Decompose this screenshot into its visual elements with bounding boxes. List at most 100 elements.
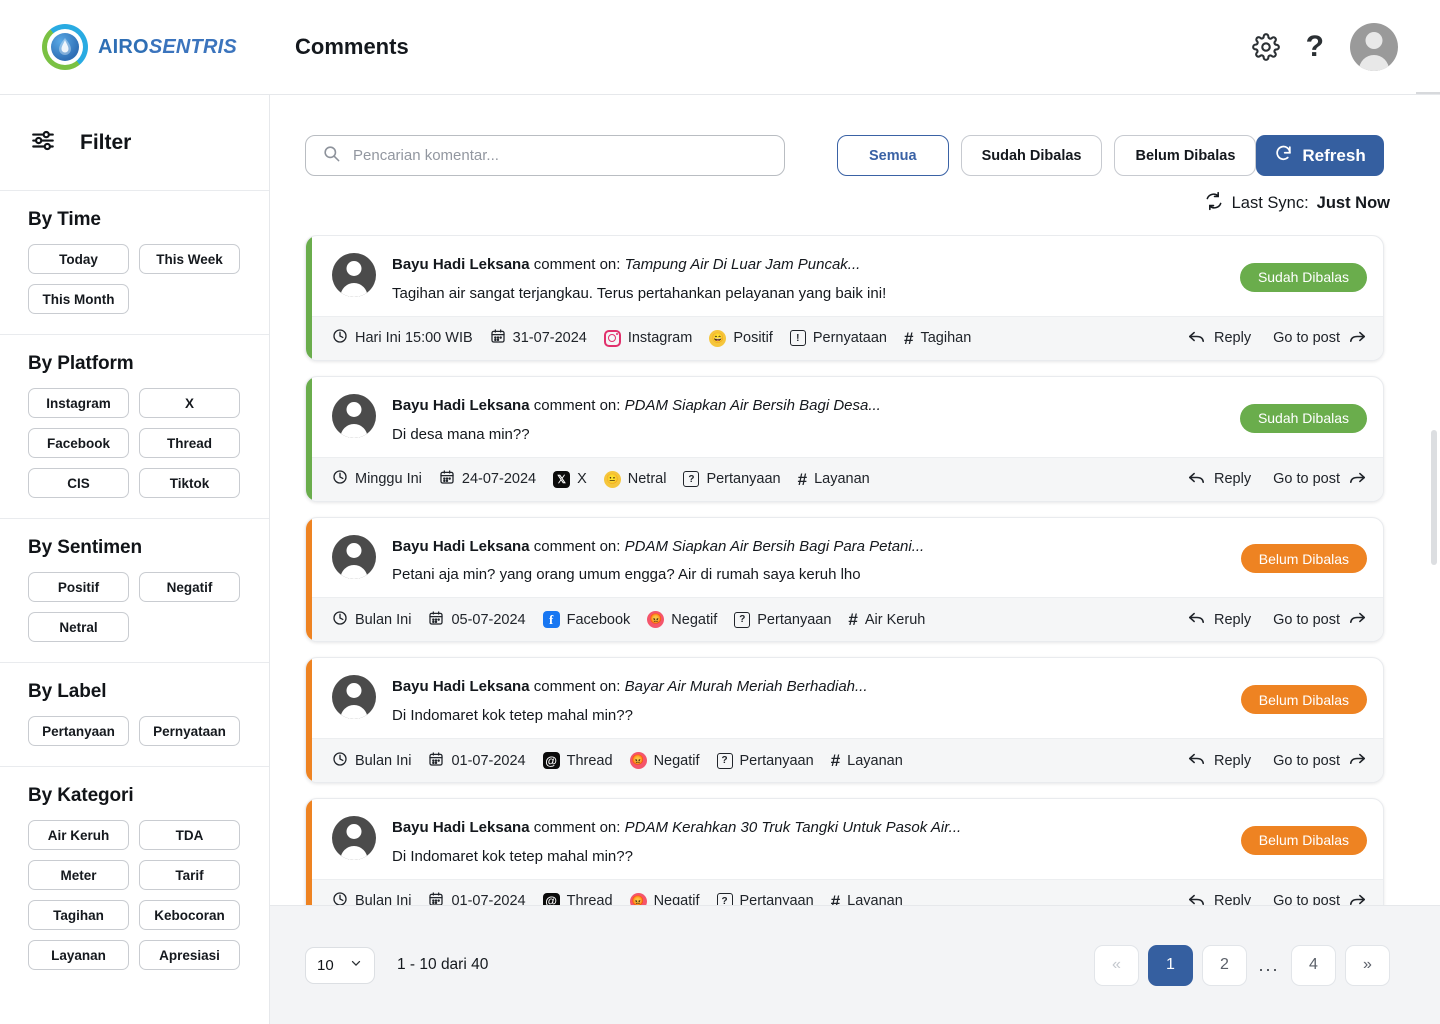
filter-chip-cis[interactable]: CIS [28,468,129,498]
exclamation-box-icon: ! [789,330,806,347]
meta-sentiment: 😄 Positif [709,329,773,347]
refresh-button[interactable]: Refresh [1256,135,1384,176]
filter-chip-kebocoran[interactable]: Kebocoran [139,900,240,930]
comment-text-block: Bayu Hadi Leksana comment on: PDAM Siapk… [392,535,1225,584]
search-field[interactable] [305,135,785,176]
meta-platform-label: X [577,471,587,487]
page-first-button[interactable]: « [1094,944,1139,986]
filter-chip-facebook[interactable]: Facebook [28,428,129,458]
meta-category: # Layanan [798,471,870,488]
search-icon [322,144,341,168]
go-to-post-button[interactable]: Go to post [1273,327,1367,350]
post-title[interactable]: PDAM Kerahkan 30 Truk Tangki Untuk Pasok… [625,819,962,836]
neutral-face-icon: 😐 [603,470,621,488]
comment-card[interactable]: Bayu Hadi Leksana comment on: Bayar Air … [305,657,1384,783]
status-filter-sudah-dibalas[interactable]: Sudah Dibalas [960,135,1103,176]
comment-headline: Bayu Hadi Leksana comment on: PDAM Kerah… [392,817,1225,839]
status-accent-bar [306,236,312,360]
reply-label: Reply [1214,330,1252,347]
sliders-icon[interactable] [30,127,56,158]
reply-label: Reply [1214,611,1252,628]
meta-label: ? Pertanyaan [683,471,781,487]
filter-chip-netral[interactable]: Netral [28,612,129,642]
comment-body: Bayu Hadi Leksana comment on: Bayar Air … [306,658,1383,738]
meta-platform: Instagram [603,329,692,347]
reply-button[interactable]: Reply [1187,327,1251,350]
search-input[interactable] [353,147,768,164]
filter-chip-tda[interactable]: TDA [139,820,240,850]
comment-card[interactable]: Bayu Hadi Leksana comment on: PDAM Siapk… [305,375,1384,502]
go-to-post-button[interactable]: Go to post [1273,608,1367,631]
meta-category: # Air Keruh [848,611,925,628]
filter-chip-apresiasi[interactable]: Apresiasi [139,940,240,970]
comment-action-text: comment on: [533,256,621,273]
post-title[interactable]: PDAM Siapkan Air Bersih Bagi Desa... [625,397,881,414]
filter-chip-layanan[interactable]: Layanan [28,940,129,970]
comment-content: Tagihan air sangat terjangkau. Terus per… [392,284,887,302]
post-title[interactable]: Bayar Air Murah Meriah Berhadiah... [625,678,868,695]
filter-chip-meter[interactable]: Meter [28,860,129,890]
status-filter-semua[interactable]: Semua [837,135,949,176]
filter-group-by-time: By Time Today This Week This Month [0,191,269,335]
calendar-icon [490,328,506,348]
commenter-name: Bayu Hadi Leksana [392,537,530,555]
commenter-name: Bayu Hadi Leksana [392,396,530,414]
meta-category-label: Tagihan [920,330,972,347]
comment-card[interactable]: Bayu Hadi Leksana comment on: PDAM Siapk… [305,516,1384,643]
filter-chip-today[interactable]: Today [28,244,129,274]
page-button-2[interactable]: 2 [1202,944,1247,986]
status-filter-belum-dibalas[interactable]: Belum Dibalas [1114,135,1257,176]
per-page-select[interactable]: 10 [305,946,375,984]
filter-chip-pernyataan[interactable]: Pernyataan [139,716,240,746]
filter-chip-this-month[interactable]: This Month [28,284,129,314]
sync-icon [1204,191,1224,216]
filter-chip-tarif[interactable]: Tarif [139,860,240,890]
comment-body: Bayu Hadi Leksana comment on: PDAM Siapk… [306,377,1383,457]
last-sync-value: Just Now [1316,194,1390,212]
filter-chip-negatif[interactable]: Negatif [139,572,240,602]
reply-button[interactable]: Reply [1187,468,1251,491]
avatar[interactable] [1350,23,1398,71]
refresh-label: Refresh [1302,145,1366,165]
reply-button[interactable]: Reply [1187,608,1251,631]
gear-icon[interactable] [1251,33,1280,61]
page-button-4[interactable]: 4 [1291,944,1336,986]
question-box-icon: ? [716,752,733,769]
comment-content: Petani aja min? yang orang umum engga? A… [392,566,861,584]
commenter-name: Bayu Hadi Leksana [392,678,530,696]
filter-chip-positif[interactable]: Positif [28,572,129,602]
status-accent-bar [306,658,312,782]
help-icon[interactable]: ? [1306,32,1324,62]
last-sync-status: Last Sync: Just Now [305,191,1390,216]
post-title[interactable]: PDAM Siapkan Air Bersih Bagi Para Petani… [625,538,925,555]
filter-chip-tagihan[interactable]: Tagihan [28,900,129,930]
go-to-post-button[interactable]: Go to post [1273,749,1367,772]
comment-headline: Bayu Hadi Leksana comment on: PDAM Siapk… [392,536,1225,558]
page-button-1[interactable]: 1 [1148,944,1193,986]
meta-date: 31-07-2024 [490,328,587,348]
filter-chip-pertanyaan[interactable]: Pertanyaan [28,716,129,746]
comment-meta-row: Bulan Ini 01-07-2024 @ Thread 😡 Negatif? Perta… [306,738,1383,782]
filter-chip-this-week[interactable]: This Week [139,244,240,274]
page-last-button[interactable]: » [1345,944,1390,986]
page-ellipsis: ... [1258,954,1280,975]
filter-chip-thread[interactable]: Thread [139,428,240,458]
comment-meta-items: Bulan Ini 05-07-2024 f Facebook 😡 Negatif? Per… [332,610,925,630]
brand-name: AIROSENTRIS [98,36,237,59]
brand-logo[interactable]: AIROSENTRIS [0,24,270,70]
reply-button[interactable]: Reply [1187,749,1251,772]
comment-card[interactable]: Bayu Hadi Leksana comment on: Tampung Ai… [305,235,1384,361]
commenter-name: Bayu Hadi Leksana [392,256,530,273]
comment-headline: Bayu Hadi Leksana comment on: Tampung Ai… [392,254,1224,276]
filter-chip-x[interactable]: X [139,388,240,418]
filter-chip-group: Pertanyaan Pernyataan [28,716,241,746]
filter-chip-air-keruh[interactable]: Air Keruh [28,820,129,850]
go-to-post-button[interactable]: Go to post [1273,468,1367,491]
filter-chip-tiktok[interactable]: Tiktok [139,468,240,498]
filter-group-title: By Kategori [28,785,134,806]
post-title[interactable]: Tampung Air Di Luar Jam Puncak... [625,256,861,273]
filter-chip-instagram[interactable]: Instagram [28,388,129,418]
meta-date-label: 05-07-2024 [451,611,526,628]
vertical-scrollbar[interactable] [1431,430,1437,565]
clock-icon [332,469,348,489]
